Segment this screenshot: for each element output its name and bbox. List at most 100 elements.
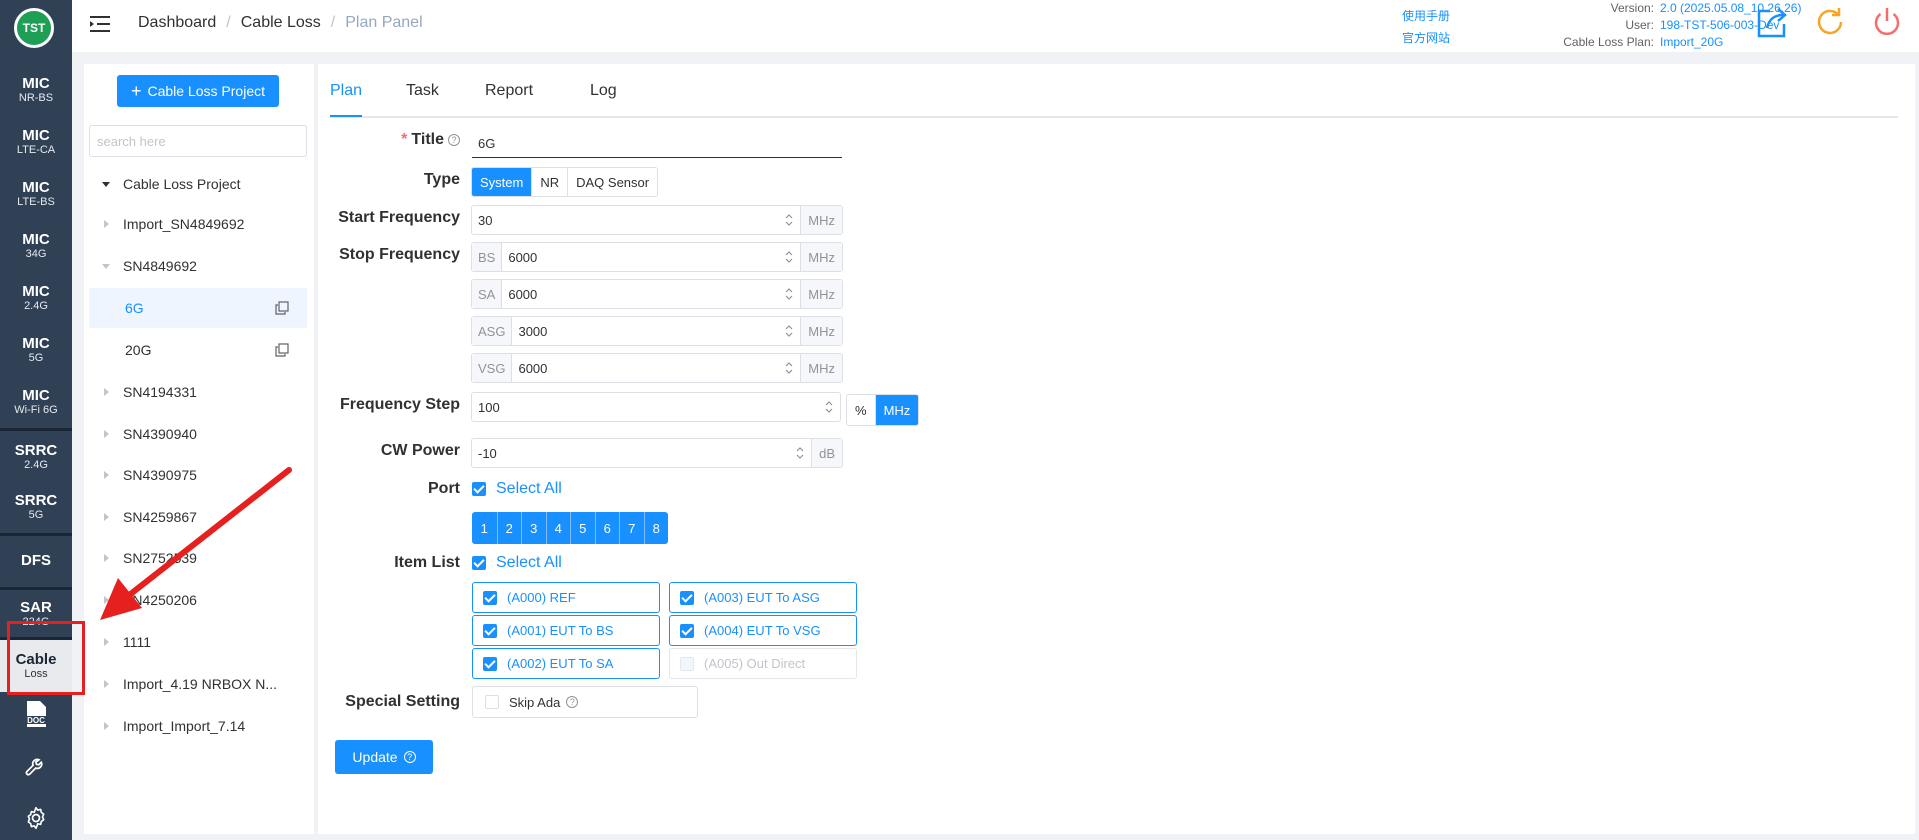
checkbox-checked-icon[interactable] [472,482,486,496]
item-a002-eut-to-sa[interactable]: (A002) EUT To SA [472,648,660,679]
add-cable-loss-project-button[interactable]: + Cable Loss Project [117,75,279,107]
port-button-5[interactable]: 5 [570,512,595,544]
stop-frequency-vsg-input[interactable]: VSG 6000 MHz [471,353,843,383]
item-list-select-all[interactable]: Select All [472,554,562,572]
rail-item-mic-2-4g[interactable]: MIC 2.4G [0,276,72,320]
tree-node[interactable]: Import_SN4849692 [89,204,307,244]
start-frequency-input[interactable]: 30 MHz [471,205,843,235]
gear-icon[interactable] [0,798,72,838]
checkbox-unchecked-icon[interactable] [485,695,499,709]
stepper-icon[interactable] [778,317,800,345]
caret-right-icon[interactable] [99,551,113,565]
title-input[interactable]: 6G [472,130,842,158]
caret-right-icon[interactable] [99,510,113,524]
stepper-icon[interactable] [778,354,800,382]
caret-right-icon[interactable] [99,677,113,691]
port-button-6[interactable]: 6 [594,512,620,544]
tree-node-6g[interactable]: 6G [89,288,307,328]
stop-frequency-vsg-value[interactable]: 6000 [512,354,778,382]
tree-node[interactable]: SN4390975 [89,455,307,495]
cw-power-input[interactable]: -10 dB [471,438,843,468]
unit-option-mhz[interactable]: MHz [874,395,919,425]
stop-frequency-bs-input[interactable]: BS 6000 MHz [471,242,843,272]
caret-right-icon[interactable] [99,385,113,399]
tree-node[interactable]: 1111 [89,622,307,662]
copy-icon[interactable] [275,301,289,315]
cw-power-value[interactable]: -10 [472,439,789,467]
doc-icon[interactable]: DOC [0,694,72,734]
stop-frequency-sa-value[interactable]: 6000 [502,280,778,308]
stop-frequency-bs-value[interactable]: 6000 [502,243,778,271]
export-icon[interactable] [1754,4,1790,40]
tree-node-root[interactable]: Cable Loss Project [89,164,307,204]
official-site-link[interactable]: 官方网站 [1402,27,1450,49]
tree-node[interactable]: Import_4.19 NRBOX N... [89,664,307,704]
refresh-icon[interactable] [1812,4,1848,40]
stepper-icon[interactable] [778,206,800,234]
caret-right-icon[interactable] [99,217,113,231]
power-icon[interactable] [1869,4,1905,40]
skip-ada-option[interactable]: Skip Ada ? [472,686,698,718]
wrench-icon[interactable] [0,746,72,786]
checkbox-checked-icon[interactable] [483,656,497,671]
caret-right-icon[interactable] [99,427,113,441]
breadcrumb-dashboard[interactable]: Dashboard [138,14,216,32]
tree-node[interactable]: Import_Import_7.14 [89,706,307,746]
rail-item-mic-wifi-6g[interactable]: MIC Wi-Fi 6G [0,380,72,424]
rail-item-mic-nr-bs[interactable]: MIC NR-BS [0,68,72,112]
rail-item-srrc-5g[interactable]: SRRC 5G [0,484,72,530]
port-button-4[interactable]: 4 [545,512,571,544]
stop-frequency-asg-input[interactable]: ASG 3000 MHz [471,316,843,346]
rail-item-mic-34g[interactable]: MIC 34G [0,224,72,268]
caret-right-icon[interactable] [99,593,113,607]
unit-option-percent[interactable]: % [847,395,875,425]
rail-item-mic-lte-ca[interactable]: MIC LTE-CA [0,120,72,164]
tree-node[interactable]: SN4250206 [89,580,307,620]
tab-log[interactable]: Log [590,82,617,100]
stepper-icon[interactable] [778,280,800,308]
caret-down-icon[interactable] [99,177,113,191]
caret-down-icon[interactable] [99,259,113,273]
tab-task[interactable]: Task [406,82,439,100]
start-frequency-value[interactable]: 30 [472,206,778,234]
tab-report[interactable]: Report [485,82,533,100]
rail-item-mic-5g[interactable]: MIC 5G [0,328,72,372]
tree-node[interactable]: SN4259867 [89,497,307,537]
port-select-all[interactable]: Select All [472,480,562,498]
update-button[interactable]: Update ? [335,740,433,774]
frequency-step-input[interactable]: 100 [471,392,841,422]
stepper-icon[interactable] [818,393,840,421]
stop-frequency-sa-input[interactable]: SA 6000 MHz [471,279,843,309]
tree-node[interactable]: SN4194331 [89,372,307,412]
port-button-1[interactable]: 1 [472,512,497,544]
stepper-icon[interactable] [778,243,800,271]
item-a004-eut-to-vsg[interactable]: (A004) EUT To VSG [669,615,857,646]
help-icon[interactable]: ? [566,696,579,708]
breadcrumb-cable-loss[interactable]: Cable Loss [241,14,321,32]
rail-item-srrc-2-4g[interactable]: SRRC 2.4G [0,434,72,480]
port-button-3[interactable]: 3 [521,512,546,544]
caret-right-icon[interactable] [99,635,113,649]
type-option-daq-sensor[interactable]: DAQ Sensor [567,168,658,196]
tree-search-input[interactable] [89,125,307,157]
type-option-system[interactable]: System [472,168,532,196]
item-a001-eut-to-bs[interactable]: (A001) EUT To BS [472,615,660,646]
stepper-icon[interactable] [789,439,811,467]
caret-right-icon[interactable] [99,719,113,733]
tree-node-20g[interactable]: 20G [89,330,307,370]
menu-toggle-icon[interactable] [90,15,110,33]
tree-node[interactable]: SN4390940 [89,414,307,454]
checkbox-checked-icon[interactable] [483,623,497,638]
port-button-2[interactable]: 2 [496,512,522,544]
user-manual-link[interactable]: 使用手册 [1402,5,1450,27]
checkbox-checked-icon[interactable] [680,623,694,638]
help-icon[interactable]: ? [448,133,460,146]
caret-right-icon[interactable] [99,468,113,482]
stop-frequency-asg-value[interactable]: 3000 [512,317,778,345]
rail-item-mic-lte-bs[interactable]: MIC LTE-BS [0,172,72,216]
item-a000-ref[interactable]: (A000) REF [472,582,660,613]
port-button-7[interactable]: 7 [619,512,644,544]
checkbox-checked-icon[interactable] [680,590,694,605]
checkbox-checked-icon[interactable] [483,590,497,605]
copy-icon[interactable] [275,343,289,357]
